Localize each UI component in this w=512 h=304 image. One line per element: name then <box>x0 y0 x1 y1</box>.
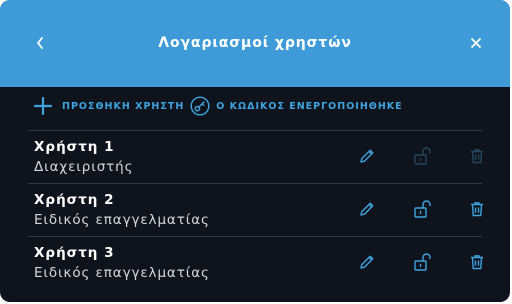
unlock-icon <box>414 253 431 271</box>
edit-user-button[interactable] <box>356 198 378 220</box>
user-accounts-dialog: Λογαριασμοί χρηστών ΠΡΟΣΘΗΚΗ ΧΡΗΣΤΗ Ο ΚΩ… <box>0 0 510 302</box>
edit-user-button[interactable] <box>356 145 378 167</box>
key-circle-icon <box>190 96 210 116</box>
user-name: Χρήστη 1 <box>34 139 115 155</box>
lock-user-button[interactable] <box>411 198 433 220</box>
dialog-title: Λογαριασμοί χρηστών <box>158 35 352 51</box>
delete-user-button[interactable] <box>466 198 488 220</box>
dialog-header: Λογαριασμοί χρηστών <box>0 0 510 87</box>
unlock-icon <box>414 200 431 218</box>
user-role: Διαχειριστής <box>34 159 134 175</box>
user-row: Χρήστη 2 Ειδικός επαγγελματίας <box>34 184 483 236</box>
edit-user-button[interactable] <box>356 251 378 273</box>
pencil-icon <box>360 202 374 216</box>
user-row: Χρήστη 1 Διαχειριστής <box>34 131 483 183</box>
user-name: Χρήστη 3 <box>34 245 115 261</box>
pencil-icon <box>360 149 374 163</box>
delete-user-button[interactable] <box>466 145 488 167</box>
close-button[interactable] <box>468 35 484 51</box>
trash-icon <box>471 149 483 164</box>
unlock-icon <box>414 147 431 165</box>
user-role: Ειδικός επαγγελματίας <box>34 212 210 228</box>
add-user-button[interactable]: ΠΡΟΣΘΗΚΗ ΧΡΗΣΤΗ <box>34 97 184 115</box>
lock-user-button[interactable] <box>411 251 433 273</box>
user-row: Χρήστη 3 Ειδικός επαγγελματίας <box>34 237 483 289</box>
trash-icon <box>471 202 483 217</box>
trash-icon <box>471 255 483 270</box>
lock-user-button[interactable] <box>411 145 433 167</box>
add-user-label: ΠΡΟΣΘΗΚΗ ΧΡΗΣΤΗ <box>62 100 185 112</box>
delete-user-button[interactable] <box>466 251 488 273</box>
pencil-icon <box>360 255 374 269</box>
user-name: Χρήστη 2 <box>34 192 115 208</box>
user-role: Ειδικός επαγγελματίας <box>34 265 210 281</box>
plus-icon <box>34 97 52 115</box>
password-status-label: Ο ΚΩΔΙΚΟΣ ΕΝΕΡΓΟΠΟΙΗΘΗΚΕ <box>216 100 403 112</box>
close-icon <box>471 38 481 48</box>
actions-bar: ΠΡΟΣΘΗΚΗ ΧΡΗΣΤΗ Ο ΚΩΔΙΚΟΣ ΕΝΕΡΓΟΠΟΙΗΘΗΚΕ <box>34 91 510 121</box>
